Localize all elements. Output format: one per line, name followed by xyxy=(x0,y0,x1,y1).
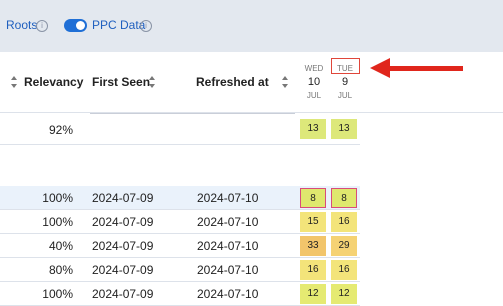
info-icon[interactable]: i xyxy=(140,20,152,32)
roots-label[interactable]: Roots xyxy=(6,18,37,32)
day-header-wed: WED 10 JUL xyxy=(300,64,328,100)
column-header-relevancy[interactable]: Relevancy xyxy=(24,75,83,89)
row-first-seen: 2024-07-09 xyxy=(92,239,154,253)
volume-cell: 29 xyxy=(331,236,357,256)
info-icon[interactable]: i xyxy=(36,20,48,32)
row-relevancy: 40% xyxy=(48,239,73,253)
day-number: 10 xyxy=(307,76,321,88)
day-month: JUL xyxy=(337,91,353,100)
row-first-seen: 2024-07-09 xyxy=(92,215,154,229)
column-header-first-seen[interactable]: First Seen xyxy=(92,75,150,89)
sort-icon[interactable] xyxy=(11,76,17,88)
toggle-knob xyxy=(76,21,85,30)
day-month: JUL xyxy=(306,91,322,100)
volume-cell: 16 xyxy=(300,260,326,280)
row-refreshed-at: 2024-07-10 xyxy=(197,215,259,229)
row-divider xyxy=(0,233,360,234)
row-first-seen: 2024-07-09 xyxy=(92,191,154,205)
volume-cell: 16 xyxy=(331,260,357,280)
highlight-box xyxy=(331,58,360,74)
summary-relevancy: 92% xyxy=(48,123,73,137)
row-divider xyxy=(0,209,360,210)
sort-icon[interactable] xyxy=(282,76,288,88)
volume-cell: 13 xyxy=(300,119,326,139)
row-divider xyxy=(0,144,360,145)
row-relevancy: 100% xyxy=(42,191,73,205)
volume-cell: 16 xyxy=(331,212,357,232)
column-header-refreshed-at[interactable]: Refreshed at xyxy=(196,75,269,89)
summary-divider xyxy=(90,113,295,114)
volume-cell: 13 xyxy=(331,119,357,139)
volume-cell: 15 xyxy=(300,212,326,232)
annotation-arrow-line xyxy=(386,66,463,71)
day-number: 9 xyxy=(341,76,349,88)
sort-icon[interactable] xyxy=(149,76,155,88)
row-refreshed-at: 2024-07-10 xyxy=(197,263,259,277)
volume-cell: 12 xyxy=(331,284,357,304)
volume-cell: 12 xyxy=(300,284,326,304)
ppc-data-toggle[interactable] xyxy=(64,19,87,32)
volume-cell: 33 xyxy=(300,236,326,256)
row-refreshed-at: 2024-07-10 xyxy=(197,191,259,205)
row-refreshed-at: 2024-07-10 xyxy=(197,239,259,253)
row-divider xyxy=(0,257,360,258)
row-first-seen: 2024-07-09 xyxy=(92,263,154,277)
day-of-week: WED xyxy=(304,64,324,73)
row-relevancy: 100% xyxy=(42,215,73,229)
row-relevancy: 80% xyxy=(48,263,73,277)
volume-cell: 8 xyxy=(331,188,357,208)
ppc-data-label: PPC Data xyxy=(92,18,146,32)
volume-cell: 8 xyxy=(300,188,326,208)
row-divider xyxy=(0,281,360,282)
toolbar: Roots i PPC Data i xyxy=(0,0,503,52)
